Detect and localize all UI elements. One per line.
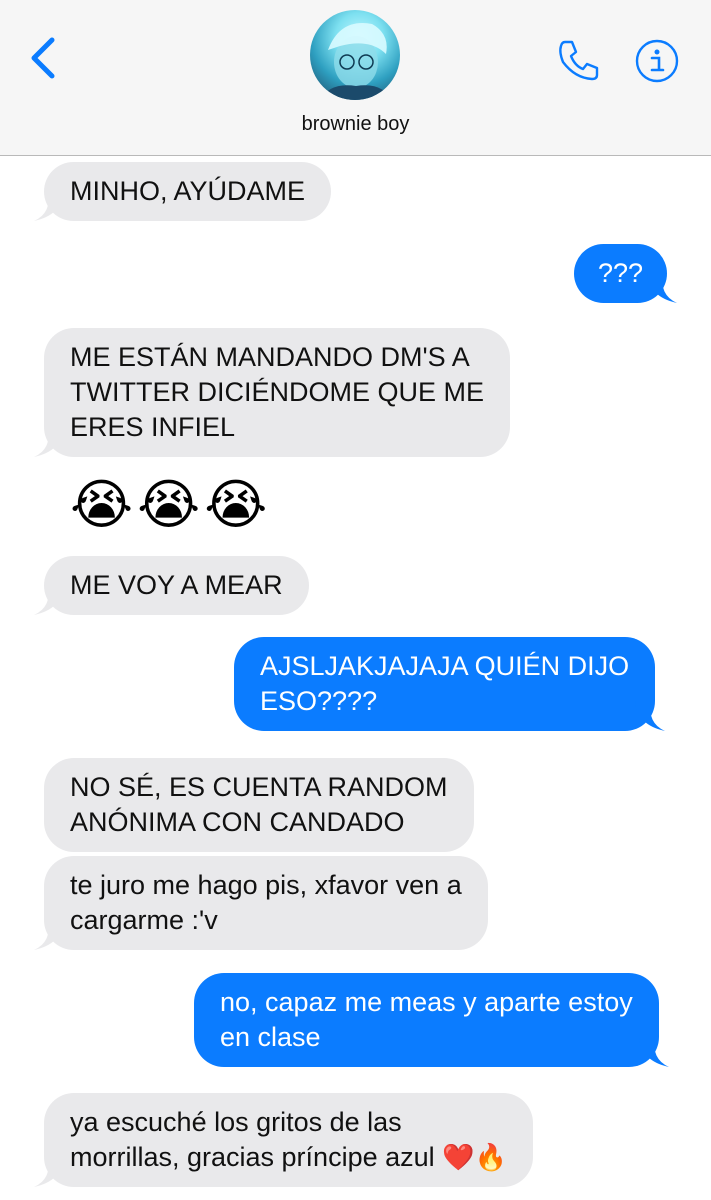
back-button[interactable] — [26, 34, 62, 82]
phone-icon — [559, 40, 599, 81]
info-button[interactable] — [634, 38, 680, 84]
info-icon — [635, 39, 679, 83]
fire-emoji: 🔥 — [474, 1142, 507, 1172]
incoming-message[interactable]: te juro me hago pis, xfavor ven a cargar… — [34, 856, 488, 950]
bubble-tail — [34, 191, 64, 221]
bubble-tail — [647, 273, 678, 303]
message-text-line: NO SÉ, ES CUENTA RANDOM — [70, 772, 448, 802]
bubble-tail — [34, 920, 64, 950]
message-text-segment: morrillas, gracias príncipe azul — [70, 1142, 435, 1172]
message-text-line: no, capaz me meas y aparte estoy — [220, 987, 633, 1017]
message-text-line: ANÓNIMA CON CANDADO — [70, 807, 405, 837]
red-heart-emoji: ❤️ — [442, 1142, 475, 1172]
bubble-tail — [34, 585, 64, 615]
crying-face-emoji: 😭 — [70, 475, 134, 535]
message-text-line: MINHO, AYÚDAME — [70, 176, 306, 206]
message-text-line: ME ESTÁN MANDANDO DM'S A — [70, 342, 470, 372]
conversation-header: brownie boy — [0, 0, 711, 156]
message-text-line: ERES INFIEL — [70, 412, 236, 442]
bubble-tail — [635, 701, 666, 731]
outgoing-message[interactable]: ??? — [574, 244, 678, 303]
message-text-line: morrillas, gracias príncipe azul ❤️🔥 — [70, 1140, 507, 1175]
incoming-message[interactable]: ME VOY A MEAR — [34, 556, 309, 615]
crying-face-emoji: 😭 — [137, 475, 201, 535]
outgoing-message[interactable]: AJSLJAKJAJAJA QUIÉN DIJO ESO???? — [234, 637, 666, 731]
bubble-tail — [638, 1037, 669, 1067]
emoji-message[interactable]: 😭 😭 😭 — [70, 470, 267, 540]
call-button[interactable] — [555, 36, 603, 84]
chevron-left-icon — [31, 37, 55, 79]
crying-face-emoji: 😭 — [204, 475, 268, 535]
bubble-tail — [34, 427, 64, 457]
bubble-tail — [34, 1157, 64, 1187]
message-text-line: ME VOY A MEAR — [70, 570, 283, 600]
message-text-line: AJSLJAKJAJAJA QUIÉN DIJO — [260, 651, 630, 681]
incoming-message[interactable]: MINHO, AYÚDAME — [34, 162, 332, 221]
contact-avatar[interactable] — [310, 10, 400, 100]
message-text-line: TWITTER DICIÉNDOME QUE ME — [70, 377, 484, 407]
message-text-line: en clase — [220, 1022, 321, 1052]
message-text-line: ya escuché los gritos de las — [70, 1107, 402, 1137]
message-text-line: ESO???? — [260, 686, 378, 716]
incoming-message[interactable]: ya escuché los gritos de las morrillas, … — [34, 1093, 533, 1187]
message-text-line: cargarme :'v — [70, 905, 218, 935]
incoming-message[interactable]: ME ESTÁN MANDANDO DM'S A TWITTER DICIÉND… — [34, 328, 510, 457]
outgoing-message[interactable]: no, capaz me meas y aparte estoy en clas… — [194, 973, 669, 1067]
message-text-line: ??? — [598, 258, 644, 288]
avatar-photo — [320, 23, 392, 100]
contact-name[interactable]: brownie boy — [0, 113, 711, 136]
incoming-message[interactable]: NO SÉ, ES CUENTA RANDOM ANÓNIMA CON CAND… — [44, 758, 474, 852]
message-text-line: te juro me hago pis, xfavor ven a — [70, 870, 462, 900]
